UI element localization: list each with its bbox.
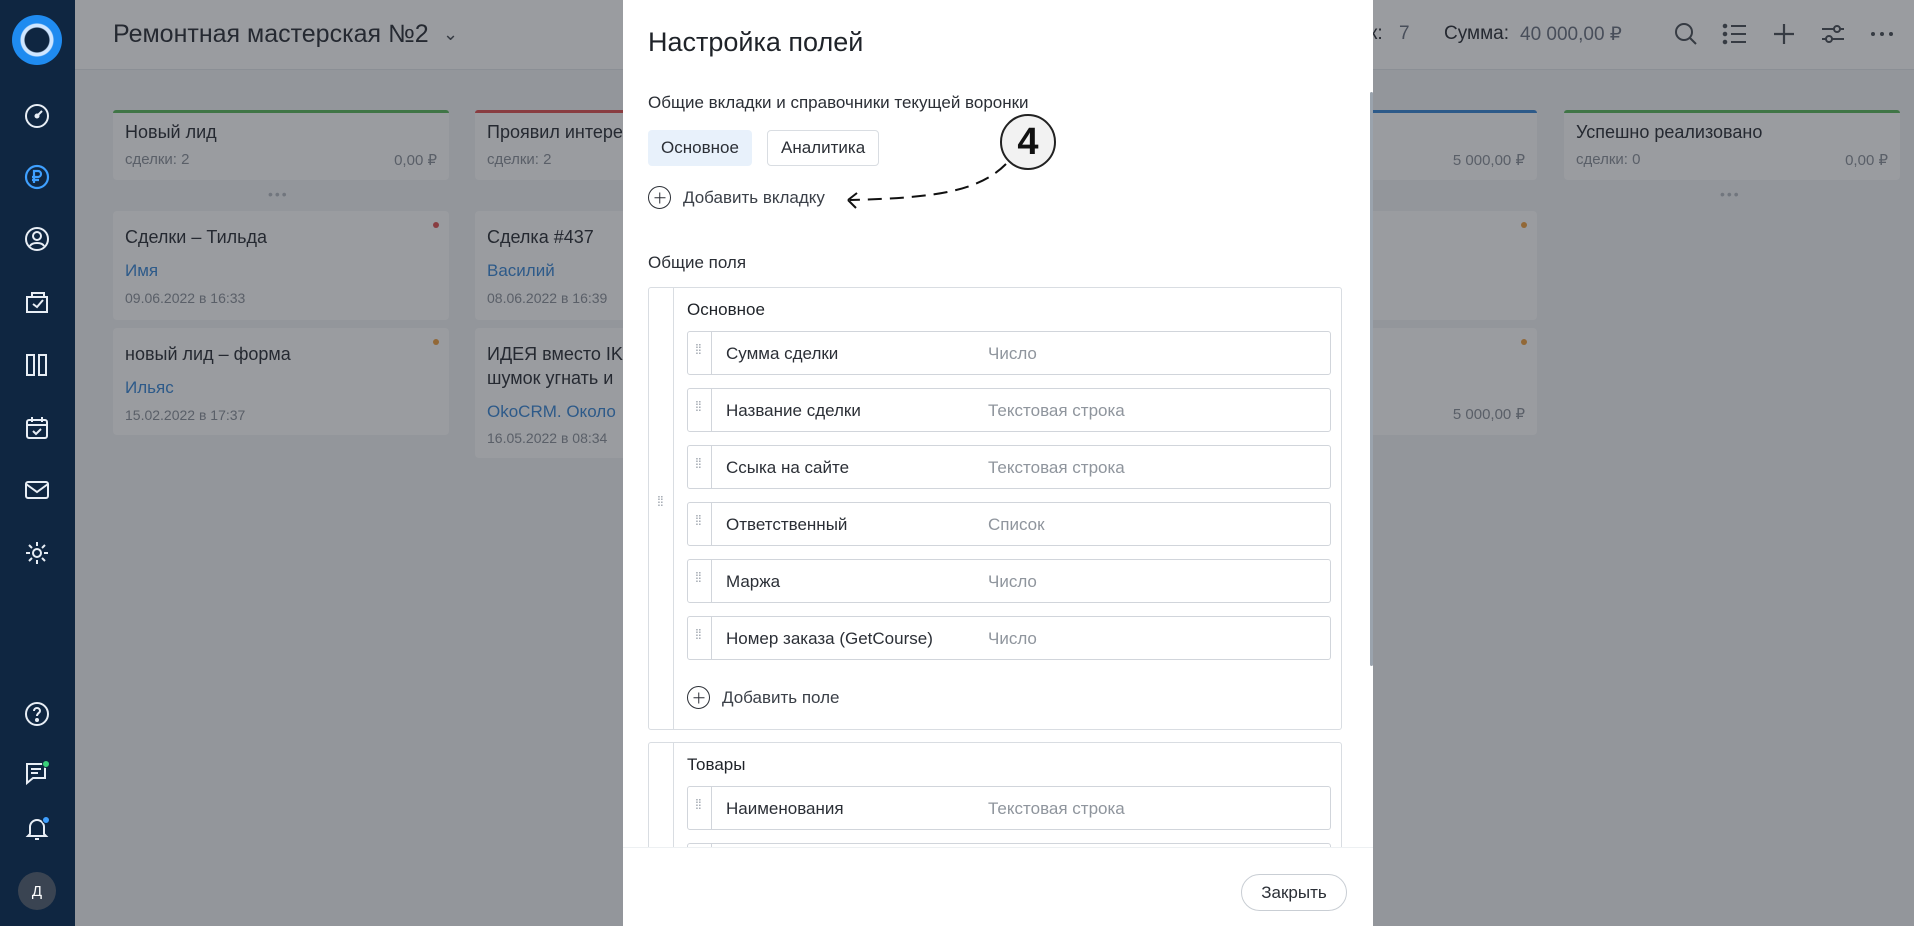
field-name: Название сделки xyxy=(726,401,861,420)
field-row[interactable]: ⁞⁞ Маржа Число xyxy=(687,559,1331,603)
field-type: Текстовая строка xyxy=(988,799,1125,818)
add-tab-label: Добавить вкладку xyxy=(683,187,825,207)
field-row[interactable]: ⁞⁞ Сумма сделки Число xyxy=(687,331,1331,375)
chat-unread-badge xyxy=(42,760,50,768)
field-row[interactable]: ⁞⁞ Номер заказа (GetCourse) Число xyxy=(687,616,1331,660)
field-row[interactable]: ⁞⁞ Ссыка на сайте Текстовая строка xyxy=(687,445,1331,489)
field-group-main: ⁞⁞ Основное ⁞⁞ Сумма сделки Число ⁞⁞ Наз… xyxy=(648,287,1342,730)
field-type: Число xyxy=(988,572,1037,591)
field-type: Текстовая строка xyxy=(988,401,1125,420)
field-drag-handle[interactable]: ⁞⁞ xyxy=(688,332,712,374)
group-title: Товары xyxy=(687,755,746,774)
field-name: Сумма сделки xyxy=(726,344,839,363)
field-name: Номер заказа (GetCourse) xyxy=(726,629,933,648)
field-type: Число xyxy=(988,344,1037,363)
plus-circle-icon xyxy=(687,686,710,709)
kanban-icon[interactable] xyxy=(22,350,52,380)
user-avatar[interactable]: Д xyxy=(18,872,56,910)
grip-icon: ⁞⁞ xyxy=(695,626,702,642)
field-drag-handle[interactable]: ⁞⁞ xyxy=(688,560,712,602)
mail-icon[interactable] xyxy=(22,475,52,505)
field-row[interactable]: ⁞⁞ Ответственный Список xyxy=(687,502,1331,546)
field-type: Число xyxy=(988,629,1037,648)
modal-scrollbar[interactable] xyxy=(1370,92,1373,666)
tab-main[interactable]: Основное xyxy=(648,130,752,166)
calendar-icon[interactable] xyxy=(22,413,52,443)
annotation-step-badge: 4 xyxy=(1000,114,1056,170)
sidebar: Д xyxy=(0,0,75,926)
help-icon[interactable] xyxy=(22,699,52,729)
field-name: Ссыка на сайте xyxy=(726,458,850,477)
tabs-section-label: Общие вкладки и справочники текущей воро… xyxy=(648,93,1029,112)
group-drag-handle[interactable]: ⁞⁞ xyxy=(649,288,674,729)
grip-icon: ⁞⁞ xyxy=(695,796,702,812)
field-row[interactable]: ⁞⁞ Название сделки Текстовая строка xyxy=(687,388,1331,432)
add-tab-button[interactable]: Добавить вкладку xyxy=(648,186,825,209)
field-type: Текстовая строка xyxy=(988,458,1125,477)
chat-icon[interactable] xyxy=(22,758,52,788)
grip-icon: ⁞⁞ xyxy=(657,493,664,509)
field-drag-handle[interactable]: ⁞⁞ xyxy=(688,503,712,545)
field-type: Список xyxy=(988,515,1045,534)
grip-icon: ⁞⁞ xyxy=(695,341,702,357)
group-title: Основное xyxy=(687,300,765,319)
notifications-bell-icon[interactable] xyxy=(22,814,52,844)
grip-icon: ⁞⁞ xyxy=(695,512,702,528)
deals-ruble-icon[interactable] xyxy=(22,162,52,192)
grip-icon: ⁞⁞ xyxy=(695,569,702,585)
close-button[interactable]: Закрыть xyxy=(1241,874,1347,911)
grip-icon: ⁞⁞ xyxy=(695,398,702,414)
contacts-icon[interactable] xyxy=(22,224,52,254)
plus-circle-icon xyxy=(648,186,671,209)
field-settings-modal: Настройка полей Общие вкладки и справочн… xyxy=(623,0,1373,926)
field-drag-handle[interactable]: ⁞⁞ xyxy=(688,446,712,488)
field-row[interactable]: ⁞⁞ Наименования Текстовая строка xyxy=(687,786,1331,830)
modal-title: Настройка полей xyxy=(648,27,864,57)
field-drag-handle[interactable]: ⁞⁞ xyxy=(688,787,712,829)
annotation-arrow xyxy=(847,163,1007,209)
grip-icon: ⁞⁞ xyxy=(695,455,702,471)
products-icon[interactable] xyxy=(22,287,52,317)
field-drag-handle[interactable]: ⁞⁞ xyxy=(688,617,712,659)
fields-section-label: Общие поля xyxy=(648,253,747,272)
notifications-badge xyxy=(42,816,50,824)
field-group-products: Товары ⁞⁞ Наименования Текстовая строка xyxy=(648,742,1342,847)
add-field-button[interactable]: Добавить поле xyxy=(687,686,840,709)
group-drag-handle[interactable] xyxy=(649,743,674,847)
field-name: Наименования xyxy=(726,799,844,818)
modal-footer: Закрыть xyxy=(623,847,1373,926)
app-logo[interactable] xyxy=(12,15,62,65)
field-drag-handle[interactable]: ⁞⁞ xyxy=(688,389,712,431)
field-name: Ответственный xyxy=(726,515,848,534)
field-name: Маржа xyxy=(726,572,781,591)
add-field-label: Добавить поле xyxy=(722,687,840,707)
settings-gear-icon[interactable] xyxy=(22,538,52,568)
dashboard-icon[interactable] xyxy=(22,101,52,131)
